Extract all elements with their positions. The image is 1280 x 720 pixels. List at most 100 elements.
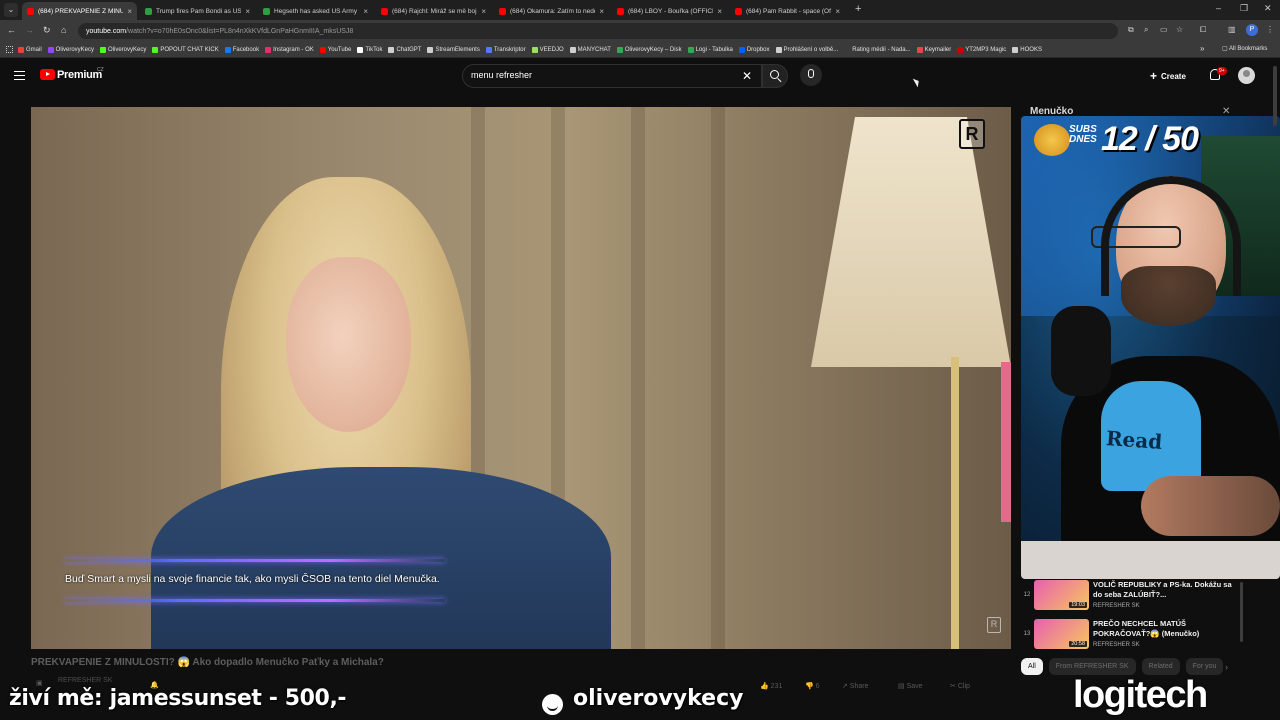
bookmark-item[interactable]: OliverovyKecy – Disk xyxy=(616,46,682,53)
bookmark-item[interactable]: Transkriptor xyxy=(485,46,526,53)
chips-next-icon[interactable]: › xyxy=(1225,662,1228,672)
profile-avatar[interactable]: P xyxy=(1246,24,1258,36)
translate-icon[interactable]: ⧉ xyxy=(1128,25,1134,35)
close-tab-icon[interactable]: × xyxy=(717,7,722,16)
forward-icon[interactable]: → xyxy=(25,25,34,35)
channel-name[interactable]: REFRESHER SK xyxy=(58,677,112,684)
voice-search-button[interactable] xyxy=(800,64,822,86)
browser-tab[interactable]: (684) Okamura: Zatím to nedělá × xyxy=(494,2,609,20)
bookmark-item[interactable]: Prohlášení o volbě... xyxy=(775,46,838,53)
playlist-scrollbar[interactable] xyxy=(1240,582,1243,642)
apps-icon[interactable] xyxy=(6,46,13,53)
bookmark-item[interactable]: HOOKS xyxy=(1012,46,1042,53)
bookmark-item[interactable]: Gmail xyxy=(18,46,42,53)
bookmark-item[interactable]: ChatGPT xyxy=(388,46,421,53)
bookmark-item[interactable]: Facebook xyxy=(224,46,259,53)
playlist-item-title[interactable]: VOLIČ REPUBLIKY a PS-ka. Dokážu sa do se… xyxy=(1093,580,1238,600)
bookmark-item[interactable]: VEEDJO xyxy=(531,46,564,53)
playlist-item-title[interactable]: PREČO NECHCEL MATÚŠ POKRAČOVAŤ?😱 (Menučk… xyxy=(1093,619,1238,639)
account-avatar[interactable] xyxy=(1238,67,1255,84)
create-button[interactable]: + Create xyxy=(1150,67,1186,85)
close-tab-icon[interactable]: × xyxy=(127,7,132,16)
close-window-icon[interactable]: ✕ xyxy=(1264,3,1272,14)
home-icon[interactable]: ⌂ xyxy=(61,25,66,35)
microphone-icon xyxy=(808,69,814,78)
menu-icon[interactable] xyxy=(14,71,25,80)
close-tab-icon[interactable]: × xyxy=(245,7,250,16)
tattooed-arm xyxy=(1141,476,1280,536)
bookmark-item[interactable]: POPOUT CHAT KICK xyxy=(152,46,219,53)
browser-tab[interactable]: (684) LBOY - Bouřka (OFFICIAL × xyxy=(612,2,727,20)
bookmark-item[interactable]: Keymailer xyxy=(916,46,951,53)
playlist-index: 13 xyxy=(1023,631,1031,637)
like-button[interactable]: 👍 231 xyxy=(760,682,782,690)
dislike-button[interactable]: 👎 6 xyxy=(805,682,820,690)
share-button[interactable]: ↗ Share xyxy=(842,682,869,690)
tab-search-icon[interactable]: ⌄ xyxy=(4,3,18,17)
all-bookmarks-button[interactable]: ▢ All Bookmarks xyxy=(1222,45,1267,52)
browser-tab[interactable]: Trump fires Pam Bondi as US a × xyxy=(140,2,255,20)
neon-line-top xyxy=(65,559,445,562)
reload-icon[interactable]: ↻ xyxy=(43,25,51,36)
bookmark-favicon-icon xyxy=(388,46,395,53)
webcam-overlay: Read SUBS DNES 12 / 50 xyxy=(1021,116,1280,579)
minimize-icon[interactable]: – xyxy=(1216,3,1221,13)
back-icon[interactable]: ← xyxy=(7,25,16,35)
page-scrollbar[interactable] xyxy=(1273,66,1277,126)
video-duration: 19:03 xyxy=(1069,602,1087,608)
clip-icon: ✂ xyxy=(950,683,956,690)
close-tab-icon[interactable]: × xyxy=(481,7,486,16)
bookmark-item[interactable]: OliverovyKecy xyxy=(100,46,146,53)
bookmark-item[interactable]: MANYCHAT xyxy=(569,46,611,53)
close-tab-icon[interactable]: × xyxy=(835,7,840,16)
address-bar[interactable]: youtube.com/watch?v=o70hE0sOnc0&list=PL8… xyxy=(78,23,1118,39)
save-button[interactable]: ▤ Save xyxy=(898,682,923,690)
bookmark-item[interactable]: TikTok xyxy=(357,46,382,53)
clear-search-icon[interactable]: ✕ xyxy=(742,69,752,83)
channel-watermark-icon[interactable]: R xyxy=(987,617,1001,633)
search-button[interactable] xyxy=(762,64,788,88)
filter-chip[interactable]: For you xyxy=(1185,658,1224,675)
new-tab-button[interactable]: + xyxy=(855,3,861,15)
zoom-icon[interactable]: ⌕ xyxy=(1144,25,1148,35)
filter-chip[interactable]: From REFRESHER SK xyxy=(1048,658,1136,675)
bookmark-favicon-icon xyxy=(916,46,923,53)
bookmark-item[interactable]: StreamElements xyxy=(427,46,480,53)
sidepanel-icon[interactable]: ▥ xyxy=(1228,25,1236,34)
lamp-shade xyxy=(811,117,1011,367)
bookmark-item[interactable]: Instagram - OK xyxy=(265,46,314,53)
cast-icon[interactable]: ▭ xyxy=(1160,25,1168,34)
filter-chip[interactable]: Related xyxy=(1141,658,1180,675)
youtube-logo-icon[interactable] xyxy=(40,69,55,80)
playlist-thumbnail[interactable]: 19:03 xyxy=(1034,580,1089,610)
search-input[interactable] xyxy=(471,70,731,80)
playlist-item[interactable]: 13 20:58 PREČO NECHCEL MATÚŠ POKRAČOVAŤ?😱 … xyxy=(1022,619,1242,653)
browser-tab[interactable]: (684) Rajchl: Miráž se mě bojí × xyxy=(376,2,491,20)
playlist-item[interactable]: 12 19:03 VOLIČ REPUBLIKY a PS-ka. Dokážu s… xyxy=(1022,580,1242,614)
clip-button[interactable]: ✂ Clip xyxy=(950,682,970,690)
filter-chip[interactable]: All xyxy=(1021,658,1043,675)
bookmark-item[interactable]: Rating médií - Nada... xyxy=(844,46,911,53)
bookmark-item[interactable]: OliverovyKecy xyxy=(47,46,94,53)
search-box[interactable]: ✕ xyxy=(462,64,762,88)
bookmark-item[interactable]: YouTube xyxy=(319,46,351,53)
bookmark-favicon-icon xyxy=(1012,46,1019,53)
video-player[interactable]: R R Buď Smart a mysli na svoje financie … xyxy=(31,107,1011,649)
browser-tab[interactable]: (684) PREKVAPENIE Z MINULOSTI× xyxy=(22,2,137,20)
close-tab-icon[interactable]: × xyxy=(363,7,368,16)
extensions-icon[interactable]: ⧠ xyxy=(1200,25,1206,35)
action-label: Clip xyxy=(957,683,970,690)
browser-tab[interactable]: Hegseth has asked US Army ch × xyxy=(258,2,373,20)
bookmark-star-icon[interactable]: ☆ xyxy=(1176,25,1183,34)
bookmark-item[interactable]: Logi - Tabulka xyxy=(687,46,733,53)
browser-menu-icon[interactable]: ⋮ xyxy=(1266,25,1274,34)
bookmark-item[interactable]: Dropbox xyxy=(738,46,770,53)
playlist-thumbnail[interactable]: 20:58 xyxy=(1034,619,1089,649)
close-tab-icon[interactable]: × xyxy=(599,7,604,16)
maximize-icon[interactable]: ❐ xyxy=(1240,3,1248,14)
browser-tab[interactable]: (684) Pam Rabbit - space (Offic × xyxy=(730,2,845,20)
youtube-premium-label[interactable]: Premium xyxy=(57,69,102,81)
bookmarks-more-icon[interactable]: » xyxy=(1200,44,1204,53)
bookmark-item[interactable]: YT2MP3 Magic xyxy=(957,46,1006,53)
subs-goal-label: SUBS DNES xyxy=(1069,124,1097,145)
